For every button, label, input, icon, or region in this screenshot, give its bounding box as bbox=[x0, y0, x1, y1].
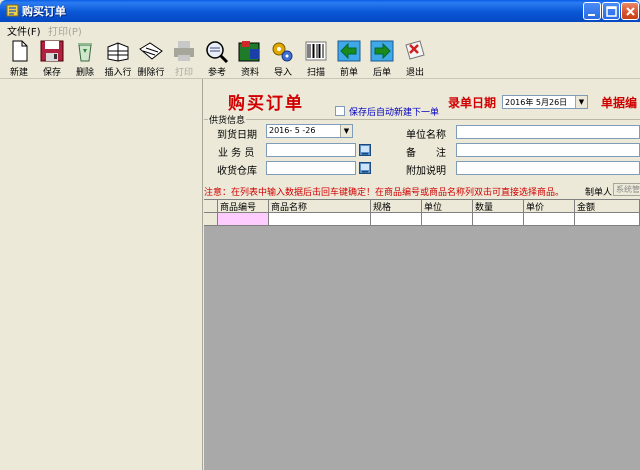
form-title: 购买订单 bbox=[228, 94, 304, 114]
remark-label: 备 注 bbox=[406, 148, 446, 159]
book-icon bbox=[238, 41, 260, 62]
spec-cell[interactable] bbox=[371, 213, 422, 226]
close-icon bbox=[626, 7, 635, 16]
col-header[interactable]: 单位 bbox=[422, 200, 473, 213]
maximize-button[interactable] bbox=[602, 2, 620, 20]
menu-bar: 文件(F) 打印(P) bbox=[0, 22, 640, 38]
product-code-cell[interactable] bbox=[218, 213, 269, 226]
arrival-date-label: 到货日期 bbox=[217, 130, 257, 141]
table-row[interactable] bbox=[204, 213, 640, 226]
lookup-icon[interactable] bbox=[359, 162, 371, 174]
entry-date-picker[interactable]: 2016年 5月26日 ▼ bbox=[502, 95, 588, 109]
left-panel bbox=[0, 79, 203, 470]
data-button[interactable]: 资料 bbox=[234, 39, 266, 78]
entry-date-value: 2016年 5月26日 bbox=[505, 98, 568, 107]
scan-button[interactable]: 扫描 bbox=[300, 39, 332, 78]
salesman-label: 业 务 员 bbox=[218, 148, 255, 159]
col-header[interactable]: 单价 bbox=[524, 200, 575, 213]
arrow-right-icon bbox=[370, 40, 394, 62]
unit-cell[interactable] bbox=[422, 213, 473, 226]
col-header[interactable]: 商品名称 bbox=[269, 200, 371, 213]
gears-icon bbox=[272, 42, 293, 62]
minimize-button[interactable] bbox=[583, 2, 601, 20]
new-document-icon bbox=[12, 40, 28, 62]
price-cell[interactable] bbox=[524, 213, 575, 226]
print-button[interactable]: 打印 bbox=[168, 39, 200, 78]
chevron-down-icon[interactable]: ▼ bbox=[340, 125, 352, 137]
minimize-icon bbox=[588, 14, 595, 16]
exit-icon bbox=[405, 40, 425, 60]
company-field[interactable] bbox=[456, 125, 640, 139]
doc-no-label: 单据编 bbox=[601, 96, 638, 110]
insert-row-icon bbox=[107, 42, 129, 62]
menu-file[interactable]: 文件(F) bbox=[7, 23, 41, 38]
salesman-field[interactable] bbox=[266, 143, 356, 157]
col-header[interactable]: 规格 bbox=[371, 200, 422, 213]
app-icon bbox=[6, 4, 19, 17]
printer-icon bbox=[174, 41, 194, 61]
company-label: 单位名称 bbox=[406, 130, 446, 141]
warehouse-field[interactable] bbox=[266, 161, 356, 175]
save-icon bbox=[40, 40, 64, 62]
extra-label: 附加说明 bbox=[406, 166, 446, 177]
col-header[interactable]: 商品编号 bbox=[218, 200, 269, 213]
creator-field: 系统管 bbox=[613, 183, 640, 196]
title-bar: 购买订单 bbox=[0, 0, 640, 22]
auto-new-label: 保存后自动新建下一单 bbox=[349, 108, 440, 118]
quantity-cell[interactable] bbox=[473, 213, 524, 226]
lookup-icon[interactable] bbox=[359, 144, 371, 156]
new-button[interactable]: 新建 bbox=[3, 39, 35, 78]
row-indicator-header bbox=[204, 200, 218, 213]
menu-print[interactable]: 打印(P) bbox=[48, 23, 82, 38]
delete-row-icon bbox=[139, 42, 163, 60]
next-button[interactable]: 后单 bbox=[366, 39, 398, 78]
order-form: 购买订单 保存后自动新建下一单 录单日期 2016年 5月26日 ▼ 单据编 供… bbox=[204, 79, 640, 470]
delete-row-button[interactable]: 删除行 bbox=[135, 39, 167, 78]
items-grid[interactable]: 商品编号 商品名称 规格 单位 数量 单价 金额 bbox=[204, 199, 640, 470]
maximize-icon bbox=[606, 6, 617, 17]
close-button[interactable] bbox=[621, 2, 639, 20]
col-header[interactable]: 数量 bbox=[473, 200, 524, 213]
barcode-icon bbox=[305, 41, 327, 61]
magnifier-icon bbox=[206, 41, 229, 63]
auto-new-checkbox[interactable] bbox=[335, 106, 345, 116]
col-header[interactable]: 金额 bbox=[575, 200, 640, 213]
window-title: 购买订单 bbox=[22, 5, 66, 18]
import-button[interactable]: 导入 bbox=[267, 39, 299, 78]
arrival-date-picker[interactable]: 2016- 5 -26 ▼ bbox=[266, 124, 353, 138]
row-indicator bbox=[204, 213, 218, 226]
delete-button[interactable]: 删除 bbox=[69, 39, 101, 78]
arrow-left-icon bbox=[337, 40, 361, 62]
product-name-cell[interactable] bbox=[269, 213, 371, 226]
insert-row-button[interactable]: 插入行 bbox=[102, 39, 134, 78]
chevron-down-icon[interactable]: ▼ bbox=[575, 96, 587, 108]
creator-label: 制单人 bbox=[585, 188, 613, 198]
save-button[interactable]: 保存 bbox=[36, 39, 68, 78]
remark-field[interactable] bbox=[456, 143, 640, 157]
recycle-bin-icon bbox=[78, 43, 92, 62]
hint-text: 注意：在列表中输入数据后击回车键确定！在商品编号或商品名称列双击可直接选择商品。 bbox=[204, 188, 565, 198]
toolbar: 新建 保存 删除 插入行 删除行 打印 参考 资料 导入 扫描 前单 后单 退出 bbox=[0, 37, 640, 79]
entry-date-label: 录单日期 bbox=[448, 96, 497, 110]
warehouse-label: 收货仓库 bbox=[217, 166, 257, 177]
grid-header: 商品编号 商品名称 规格 单位 数量 单价 金额 bbox=[204, 200, 640, 213]
reference-button[interactable]: 参考 bbox=[201, 39, 233, 78]
amount-cell[interactable] bbox=[575, 213, 640, 226]
exit-button[interactable]: 退出 bbox=[399, 39, 431, 78]
arrival-date-value: 2016- 5 -26 bbox=[269, 126, 316, 135]
prev-button[interactable]: 前单 bbox=[333, 39, 365, 78]
supply-info-legend: 供货信息 bbox=[208, 113, 247, 126]
extra-field[interactable] bbox=[456, 161, 640, 175]
